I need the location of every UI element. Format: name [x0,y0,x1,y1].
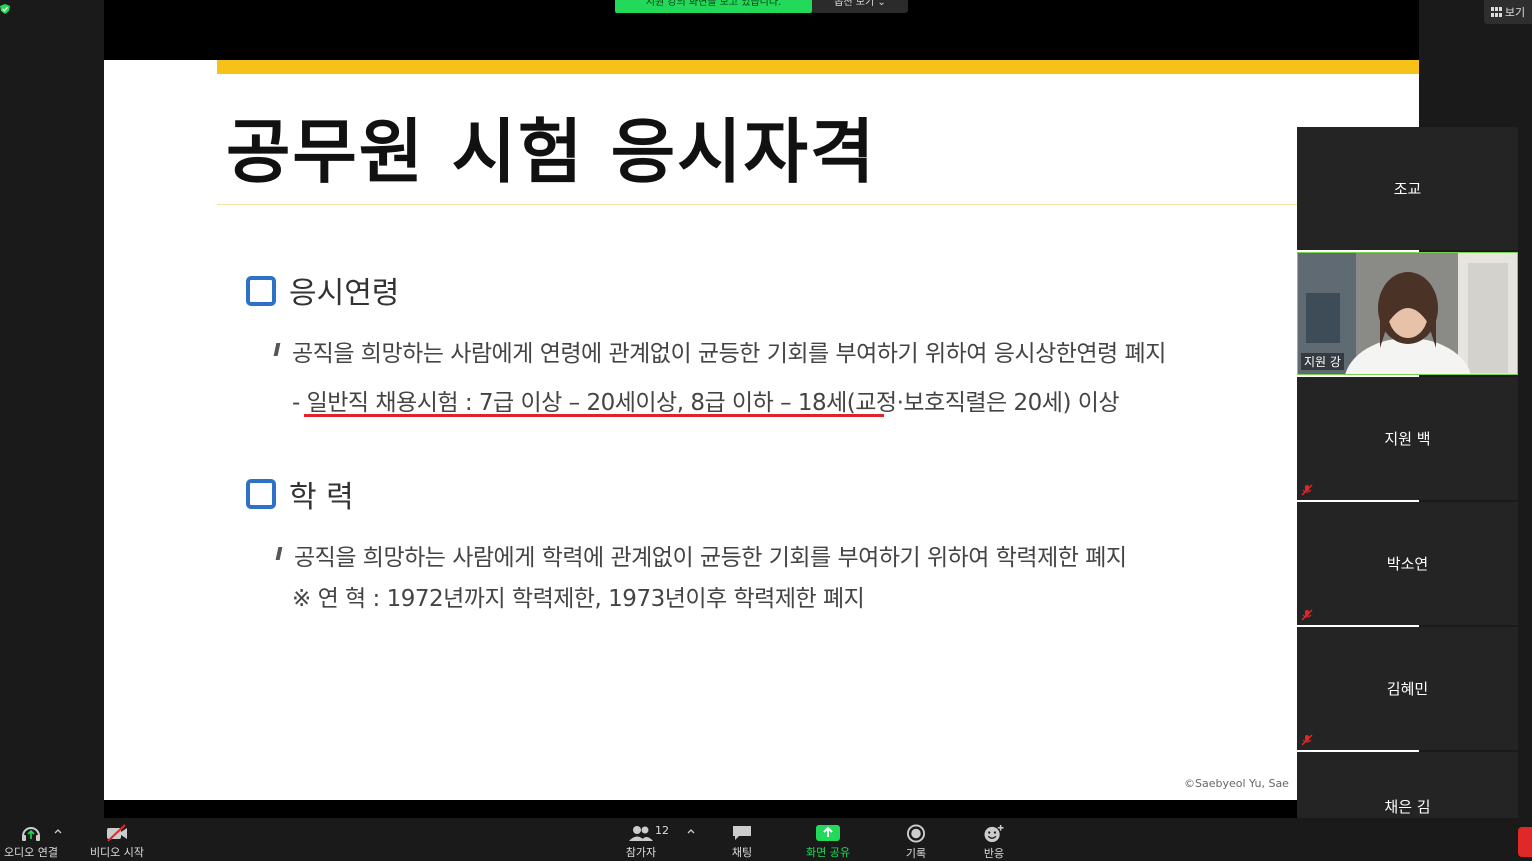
record-button[interactable]: 기록 [896,818,936,861]
muted-mic-icon [1301,734,1313,746]
chevron-up-icon[interactable] [54,828,62,834]
muted-mic-icon [1301,484,1313,496]
participant-tile[interactable]: 지원 백 [1297,377,1518,500]
chevron-up-icon[interactable] [687,828,695,834]
participant-name: 지원 백 [1384,430,1431,448]
red-underline [304,414,884,417]
slide-title: 공무원 시험 응시자격 [226,111,877,193]
participants-label: 참가자 [625,846,657,859]
record-icon [906,824,926,843]
reactions-label: 반응 [983,847,1005,860]
section-heading-education: 학 력 [289,480,354,515]
shield-check-icon[interactable] [0,4,10,14]
share-label: 화면 공유 [806,846,850,859]
chat-icon [733,826,751,840]
participant-count: 12 [655,824,669,837]
video-off-icon [107,824,127,842]
participant-tile[interactable]: 박소연 [1297,502,1518,625]
participant-name: 김혜민 [1386,680,1429,698]
slide-copyright: ©Saebyeol Yu, Sae [1184,777,1289,790]
participant-tile[interactable]: 김혜민 [1297,627,1518,750]
participants-icon [629,826,653,841]
start-video-button[interactable]: 비디오 시작 [84,818,150,861]
viewing-banner: 지원 강의 화면을 보고 있습니다. [615,0,812,13]
section-square-icon [246,276,276,306]
view-options-button[interactable]: 옵션 보기 ⌄ [812,0,908,13]
end-meeting-button-edge[interactable] [1518,827,1532,857]
record-label: 기록 [905,847,927,860]
participant-name: 채은 김 [1384,798,1431,816]
audio-connect-button[interactable]: 오디오 연결 [0,818,62,861]
age-line-1: 공직을 희망하는 사람에게 연령에 관계없이 균등한 기회를 부여하기 위하여 … [292,341,1166,367]
education-line-1: 공직을 희망하는 사람에게 학력에 관계없이 균등한 기회를 부여하기 위하여 … [294,545,1127,571]
view-toggle-button[interactable]: 보기 [1484,0,1532,24]
chat-button[interactable]: 채팅 [722,818,762,861]
grid-view-icon [1490,7,1502,17]
muted-mic-icon [1301,609,1313,621]
audio-label: 오디오 연결 [3,846,59,859]
share-screen-icon [816,825,840,841]
participant-name: 박소연 [1386,555,1429,573]
section-square-icon [246,479,276,509]
view-label: 보기 [1504,6,1526,19]
video-label: 비디오 시작 [89,846,145,859]
participant-name: 조교 [1393,180,1422,198]
participant-tile[interactable]: 조교 [1297,127,1518,250]
slide-title-divider [217,204,1419,205]
participant-video-tile[interactable]: 지원 강 [1297,252,1518,375]
participant-gallery: 조교 지원 강 지원 백 박소연 김혜민 채은 김 [1297,127,1518,861]
education-line-2: ※ 연 혁 : 1972년까지 학력제한, 1973년이후 학력제한 폐지 [292,586,865,612]
age-line-2: - 일반직 채용시험 : 7급 이상 – 20세이상, 8급 이하 – 18세(… [292,390,1120,416]
participant-name: 지원 강 [1301,353,1344,370]
slide-accent-bar [217,60,1419,74]
reactions-button[interactable]: 반응 [974,818,1014,861]
emoji-plus-icon [984,824,1004,843]
headphones-icon [22,827,40,841]
section-heading-age: 응시연령 [289,276,400,311]
chat-label: 채팅 [731,846,753,859]
share-screen-button[interactable]: 화면 공유 [800,818,856,861]
meeting-toolbar: 오디오 연결 비디오 시작 참가자 12 채팅 화면 공유 기록 반응 [0,818,1532,861]
